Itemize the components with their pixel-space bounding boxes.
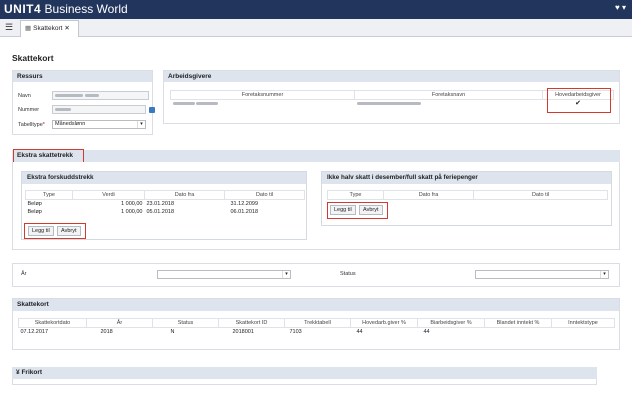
column-header[interactable]: Dato til [473,190,608,200]
chevron-down-icon: ▾ [600,271,608,278]
favorites-icon[interactable]: ♥ ▾ [615,3,626,12]
arbeidsgivere-header: Arbeidsgivere [164,71,619,82]
column-header[interactable]: Trekktabell [284,318,351,328]
highlight-box [327,202,388,219]
column-header[interactable]: Type [25,190,73,200]
navn-label: Navn [18,93,31,99]
lookup-icon[interactable] [149,107,155,113]
column-header[interactable]: Type [327,190,384,200]
column-header[interactable]: Dato fra [144,190,225,200]
column-header[interactable]: Biarbeidsgiver % [417,318,485,328]
column-header[interactable]: Inntektstype [551,318,615,328]
navn-field[interactable] [52,91,149,100]
tab-skattekort[interactable]: ▦ Skattekort ✕ [20,20,79,37]
table-row[interactable]: Beløp 1 000,00 05.01.2018 06.01.2018 [26,208,305,216]
tab-bar: ☰ ▦ Skattekort ✕ [0,19,632,37]
arbeidsgivere-panel: Arbeidsgivere Foretaksnummer Foretaksnav… [163,70,620,124]
column-header[interactable]: Verdi [72,190,145,200]
status-label: Status [340,271,356,277]
halv-skatt-panel: Ikke halv skatt i desember/full skatt på… [321,171,612,226]
table-row[interactable]: 07.12.2017 2018 N 2018001 7103 44 44 [19,328,615,336]
skattekort-table: Skattekortdato År Status Skattekort ID T… [18,318,615,336]
ressurs-panel: Ressurs Navn Nummer Tabelltype* Månedslø… [12,70,155,135]
highlight-box [24,223,86,239]
column-header[interactable]: Status [152,318,219,328]
column-header[interactable]: Blandet inntekt % [484,318,552,328]
ekstra-forskuddstrekk-panel: Ekstra forskuddstrekk Type Verdi Dato fr… [21,171,307,240]
tab-icon: ▦ [25,25,32,32]
halv-skatt-table: Type Dato fra Dato til [327,190,608,200]
column-header[interactable]: Skattekort ID [218,318,285,328]
collapse-icon[interactable]: ¥ [16,369,20,376]
column-header[interactable]: Skattekortdato [18,318,87,328]
chevron-down-icon: ▾ [282,271,290,278]
status-select[interactable]: ▾ [475,270,609,279]
nummer-label: Nummer [18,107,40,113]
table-row[interactable]: Beløp 1 000,00 23.01.2018 31.12.2099 [26,200,305,208]
ekstra-forskuddstrekk-table: Type Verdi Dato fra Dato til Beløp 1 000… [25,190,305,216]
column-header[interactable]: År [86,318,153,328]
tabelltype-select[interactable]: Månedslønn ▾ [52,120,146,129]
chevron-down-icon: ▾ [137,121,145,128]
menu-icon[interactable]: ☰ [5,22,13,33]
nummer-field[interactable] [52,105,146,114]
close-tab-icon[interactable]: ✕ [64,25,69,32]
column-header[interactable]: Hovedarb.giver % [350,318,418,328]
app-logo[interactable]: UNIT4 Business World [4,2,128,17]
skattekort-panel: Skattekort Skattekortdato År Status Skat… [12,298,620,350]
column-header[interactable]: Foretaksnummer [170,90,355,100]
aar-select[interactable]: ▾ [157,270,291,279]
frikort-header[interactable]: ¥ Frikort [12,367,597,379]
ressurs-header: Ressurs [13,71,152,82]
highlight-box [547,88,611,113]
column-header[interactable]: Dato til [224,190,305,200]
aar-label: År [21,271,27,277]
page-title: Skattekort [12,53,54,63]
ekstra-forskuddstrekk-header: Ekstra forskuddstrekk [22,172,306,184]
top-bar: UNIT4 Business World ♥ ▾ [0,0,632,19]
column-header[interactable]: Dato fra [383,190,474,200]
tabelltype-label: Tabelltype* [18,122,45,128]
ekstra-skattetrekk-header: Ekstra skattetrekk [12,150,620,162]
frikort-panel [12,379,597,385]
skattekort-header: Skattekort [13,299,619,311]
column-header[interactable]: Foretaksnavn [354,90,543,100]
halv-skatt-header: Ikke halv skatt i desember/full skatt på… [322,172,611,184]
